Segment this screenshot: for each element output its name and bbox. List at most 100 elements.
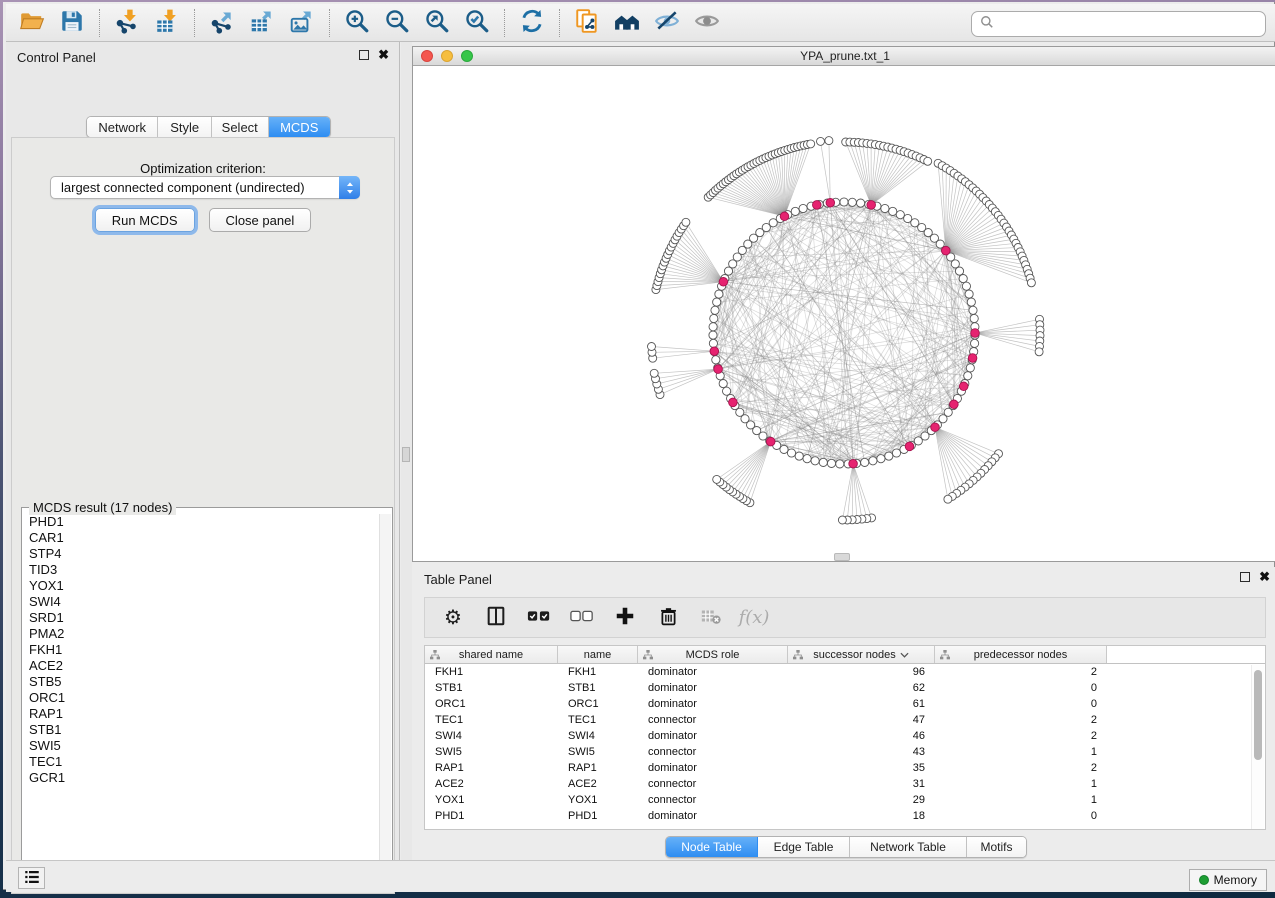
network-node[interactable] [713,475,721,483]
refresh-button[interactable] [512,7,552,39]
network-node[interactable] [971,329,980,338]
network-node[interactable] [964,372,972,380]
network-node[interactable] [709,339,717,347]
table-row[interactable]: YOX1YOX1connector291 [425,792,1265,808]
cell-name[interactable]: FKH1 [558,664,638,680]
network-node[interactable] [710,347,719,356]
deselect-all-columns-button[interactable] [569,605,595,631]
cell-mcds_role[interactable]: connector [638,712,788,728]
network-node[interactable] [787,449,795,457]
cell-mcds_role[interactable]: connector [638,792,788,808]
cell-shared_name[interactable]: RAP1 [425,760,558,776]
network-nodes[interactable] [648,137,1045,524]
network-node[interactable] [827,459,835,467]
network-node[interactable] [723,387,731,395]
network-node[interactable] [650,369,658,377]
cell-shared_name[interactable]: SWI5 [425,744,558,760]
mcds-result-item[interactable]: PHD1 [23,514,381,530]
network-node[interactable] [955,267,963,275]
cell-successor_nodes[interactable]: 35 [788,760,935,776]
cell-shared_name[interactable]: YOX1 [425,792,558,808]
column-header-shared-name[interactable]: shared name [425,646,558,663]
mcds-result-list[interactable]: PHD1CAR1STP4TID3YOX1SWI4SRD1PMA2FKH1ACE2… [23,514,381,876]
network-node[interactable] [713,298,721,306]
cell-predecessor_nodes[interactable]: 2 [935,728,1107,744]
zoom-selected-button[interactable] [457,7,497,39]
network-node[interactable] [881,204,889,212]
network-node[interactable] [795,452,803,460]
mcds-result-item[interactable]: STB5 [23,674,381,690]
tab-network-table[interactable]: Network Table [850,837,967,857]
cell-successor_nodes[interactable]: 18 [788,808,935,824]
network-node[interactable] [967,298,975,306]
export-network-button[interactable] [202,7,242,39]
network-node[interactable] [715,290,723,298]
table-scrollbar[interactable] [1251,665,1264,829]
network-node[interactable] [889,207,897,215]
network-node[interactable] [1035,348,1043,356]
network-node[interactable] [857,199,865,207]
network-node[interactable] [959,275,967,283]
float-table-panel-icon[interactable] [1240,572,1250,582]
network-node[interactable] [861,458,869,466]
cell-mcds_role[interactable]: dominator [638,728,788,744]
network-node[interactable] [944,495,952,503]
cell-mcds_role[interactable]: dominator [638,696,788,712]
table-row[interactable]: ACE2ACE2connector311 [425,776,1265,792]
network-node[interactable] [729,398,738,407]
cell-name[interactable]: TEC1 [558,712,638,728]
table-row[interactable]: SWI5SWI5connector431 [425,744,1265,760]
network-canvas[interactable] [413,66,1275,561]
network-node[interactable] [709,323,717,331]
hide-selected-button[interactable] [647,7,687,39]
tab-style[interactable]: Style [158,117,212,137]
network-node[interactable] [825,137,833,145]
table-row[interactable]: STB1STB1dominator620 [425,680,1265,696]
network-node[interactable] [819,458,827,466]
network-node[interactable] [959,382,968,391]
network-node[interactable] [712,356,720,364]
network-node[interactable] [924,157,932,165]
cell-predecessor_nodes[interactable]: 0 [935,696,1107,712]
console-button[interactable] [18,867,45,889]
zoom-in-button[interactable] [337,7,377,39]
network-node[interactable] [813,201,822,210]
mcds-result-item[interactable]: RAP1 [23,706,381,722]
cell-shared_name[interactable]: PHD1 [425,808,558,824]
add-column-button[interactable] [612,605,638,631]
network-node[interactable] [719,380,727,388]
cell-predecessor_nodes[interactable]: 1 [935,776,1107,792]
network-node[interactable] [719,278,728,287]
network-node[interactable] [950,400,959,409]
network-node[interactable] [896,211,904,219]
table-row[interactable]: RAP1RAP1dominator352 [425,760,1265,776]
cell-mcds_role[interactable]: dominator [638,808,788,824]
cell-name[interactable]: STB1 [558,680,638,696]
cell-shared_name[interactable]: STB1 [425,680,558,696]
run-mcds-button[interactable]: Run MCDS [95,208,195,232]
import-table-button[interactable] [147,7,187,39]
export-table-button[interactable] [242,7,282,39]
cell-name[interactable]: SWI5 [558,744,638,760]
tab-select[interactable]: Select [212,117,269,137]
cell-predecessor_nodes[interactable]: 0 [935,808,1107,824]
cell-shared_name[interactable]: SWI4 [425,728,558,744]
cell-mcds_role[interactable]: dominator [638,760,788,776]
mcds-result-item[interactable]: ORC1 [23,690,381,706]
tab-node-table[interactable]: Node Table [666,837,758,857]
open-button[interactable] [12,7,52,39]
mcds-result-item[interactable]: GCR1 [23,770,381,786]
cell-predecessor_nodes[interactable]: 2 [935,712,1107,728]
cell-mcds_role[interactable]: dominator [638,680,788,696]
tab-mcds[interactable]: MCDS [269,117,330,137]
network-node[interactable] [791,207,799,215]
select-all-columns-button[interactable] [526,605,552,631]
table-row[interactable]: PHD1PHD1dominator180 [425,808,1265,824]
mcds-result-item[interactable]: SWI4 [23,594,381,610]
network-node[interactable] [905,442,914,451]
network-node[interactable] [811,457,819,465]
cell-mcds_role[interactable]: connector [638,744,788,760]
close-panel-button[interactable]: Close panel [209,208,312,232]
table-row[interactable]: TEC1TEC1connector472 [425,712,1265,728]
network-node[interactable] [711,306,719,314]
